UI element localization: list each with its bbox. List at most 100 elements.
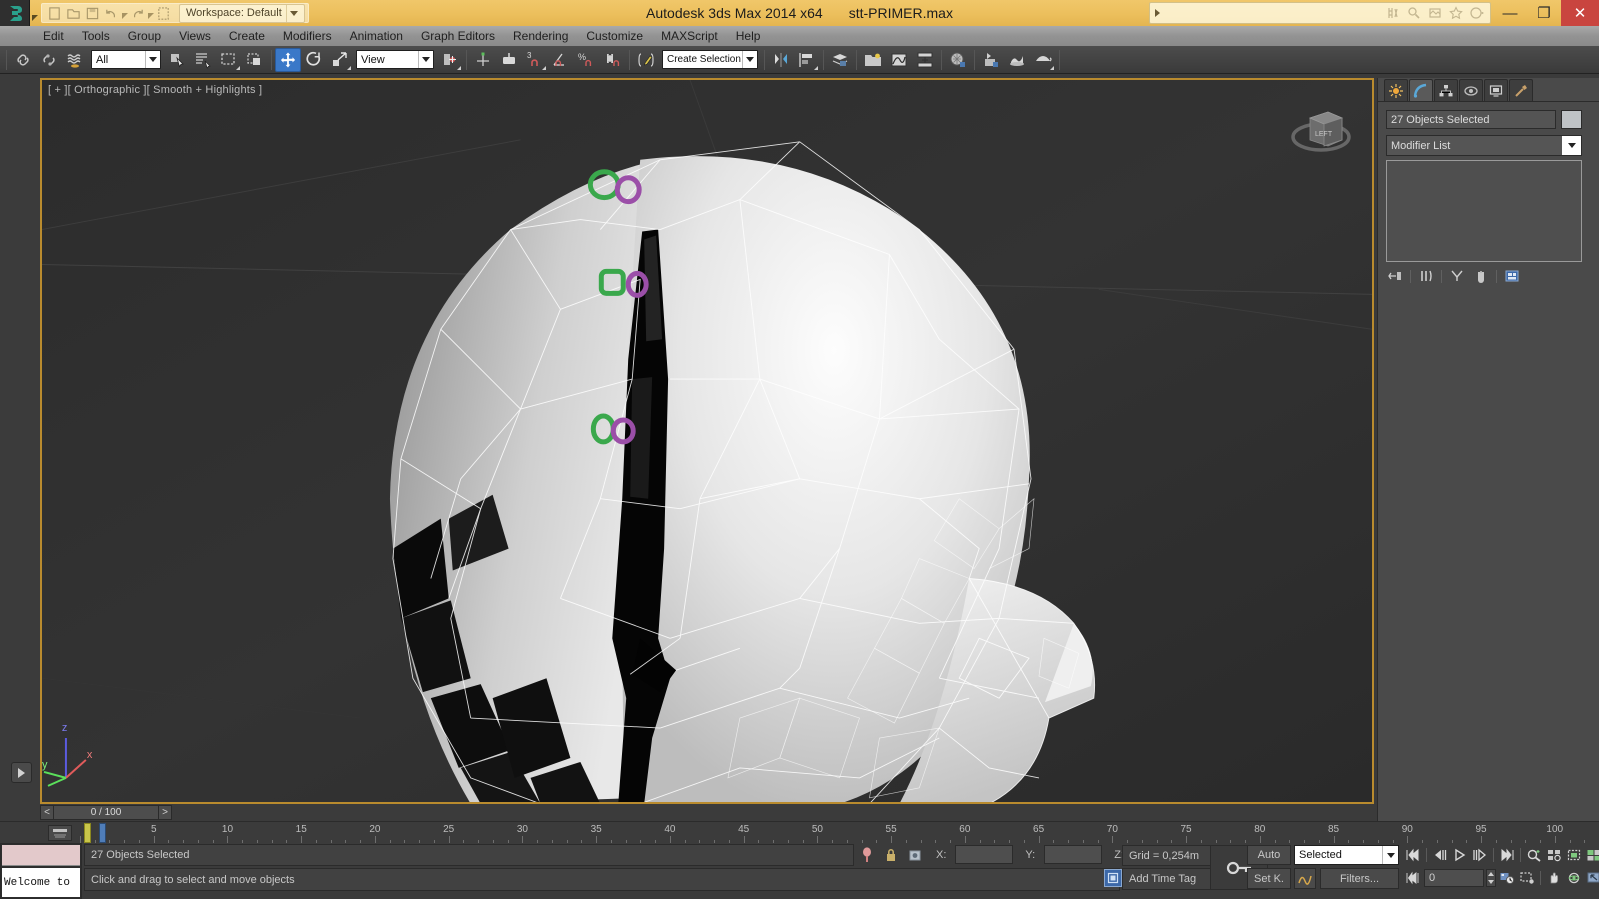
- angle-snap-toggle-icon[interactable]: [548, 48, 574, 72]
- minimize-button[interactable]: —: [1493, 0, 1527, 26]
- maxscript-mini-listener[interactable]: Welcome to: [0, 843, 82, 899]
- coord-y-field[interactable]: [1044, 845, 1103, 864]
- application-menu-button[interactable]: [0, 0, 30, 26]
- key-filter-selector[interactable]: Selected: [1294, 845, 1399, 865]
- current-frame-spinner[interactable]: [1486, 869, 1496, 887]
- workspace-selector[interactable]: Workspace: Default: [179, 3, 305, 23]
- menu-group[interactable]: Group: [119, 26, 170, 46]
- hierarchy-tab[interactable]: [1434, 79, 1458, 101]
- percent-snap-toggle-icon[interactable]: %: [574, 48, 600, 72]
- menu-rendering[interactable]: Rendering: [504, 26, 577, 46]
- search-bar[interactable]: [1149, 2, 1491, 24]
- configure-modifier-sets-icon[interactable]: [1503, 268, 1521, 284]
- goto-start-icon[interactable]: [1404, 846, 1422, 864]
- viewport-3d-scene[interactable]: z x y: [42, 80, 1372, 804]
- menu-views[interactable]: Views: [170, 26, 220, 46]
- key-mode-toggle-icon[interactable]: [1404, 869, 1422, 887]
- lock-selection-icon[interactable]: [882, 846, 900, 864]
- selection-filter-chevron-down-icon[interactable]: [145, 51, 160, 68]
- auto-key-button[interactable]: Auto: [1247, 845, 1291, 865]
- mirror-icon[interactable]: [768, 48, 794, 72]
- utilities-tab[interactable]: [1509, 79, 1533, 101]
- modify-tab[interactable]: [1409, 79, 1433, 101]
- render-frame-window-icon[interactable]: [1405, 4, 1423, 22]
- time-marker-secondary[interactable]: [99, 823, 106, 843]
- make-unique-icon[interactable]: [1448, 268, 1466, 284]
- snaps-toggle-3-icon[interactable]: 3: [522, 48, 548, 72]
- zoom-icon[interactable]: [1525, 846, 1543, 864]
- zoom-extents-all-icon[interactable]: [1585, 846, 1599, 864]
- scene-explorer-icon[interactable]: [860, 48, 886, 72]
- render-setup-toolbar-icon[interactable]: [978, 48, 1004, 72]
- menu-maxscript[interactable]: MAXScript: [652, 26, 727, 46]
- timeline-ruler[interactable]: 5 10 15 20 25 30 35 40 45 50 55 60 65 70 75 80 85 90 95 100: [80, 822, 1599, 844]
- previous-frame-icon[interactable]: [1431, 846, 1449, 864]
- modifier-list-dropdown[interactable]: Modifier List: [1386, 135, 1582, 156]
- set-key-button[interactable]: Set K.: [1247, 868, 1291, 889]
- key-filter-chevron-down-icon[interactable]: [1382, 846, 1398, 864]
- render-production-toolbar-icon[interactable]: [1030, 48, 1056, 72]
- absolute-relative-mode-icon[interactable]: [906, 846, 924, 864]
- select-and-move-button[interactable]: [275, 47, 301, 72]
- restore-button[interactable]: ❐: [1527, 0, 1561, 26]
- viewport[interactable]: z x y [ + ][ Orthographic ][ Smooth + Hi…: [40, 78, 1374, 804]
- set-project-folder-icon[interactable]: [155, 5, 172, 22]
- save-file-icon[interactable]: [84, 5, 101, 22]
- curve-editor-icon[interactable]: [886, 48, 912, 72]
- display-tab[interactable]: [1484, 79, 1508, 101]
- menu-customize[interactable]: Customize: [577, 26, 652, 46]
- material-editor-icon[interactable]: [945, 48, 971, 72]
- viewport-label[interactable]: [ + ][ Orthographic ][ Smooth + Highligh…: [48, 84, 262, 96]
- maxscript-output-line[interactable]: Welcome to: [2, 868, 80, 897]
- parameter-curve-editor-button[interactable]: [1294, 868, 1316, 889]
- favorites-star-icon[interactable]: [1447, 4, 1465, 22]
- menu-tools[interactable]: Tools: [73, 26, 119, 46]
- motion-tab[interactable]: [1459, 79, 1483, 101]
- menu-graph-editors[interactable]: Graph Editors: [412, 26, 504, 46]
- menu-modifiers[interactable]: Modifiers: [274, 26, 341, 46]
- application-menu-caret-icon[interactable]: [30, 0, 39, 26]
- render-production-icon[interactable]: [1426, 4, 1444, 22]
- named-selection-sets-combo[interactable]: Create Selection Se: [662, 50, 758, 69]
- time-playhead[interactable]: [84, 823, 91, 843]
- menu-create[interactable]: Create: [220, 26, 274, 46]
- open-mini-curve-editor-icon[interactable]: [48, 825, 72, 841]
- time-slider-prev-button[interactable]: <: [40, 805, 54, 820]
- remove-modifier-icon[interactable]: [1472, 268, 1490, 284]
- time-slider-next-button[interactable]: >: [158, 805, 172, 820]
- layer-manager-icon[interactable]: [827, 48, 853, 72]
- select-and-rotate-icon[interactable]: [301, 48, 327, 72]
- new-file-icon[interactable]: [46, 5, 63, 22]
- redo-icon[interactable]: [129, 5, 146, 22]
- time-tag-icon[interactable]: [1104, 869, 1122, 887]
- zoom-region-icon[interactable]: [1518, 869, 1536, 887]
- expand-viewport-button[interactable]: [11, 762, 32, 783]
- workspace-chevron-down-icon[interactable]: [285, 4, 302, 22]
- orbit-icon[interactable]: [1565, 869, 1583, 887]
- show-end-result-icon[interactable]: [1417, 268, 1435, 284]
- help-circle-icon[interactable]: [1468, 4, 1486, 22]
- next-frame-icon[interactable]: [1471, 846, 1489, 864]
- menu-edit[interactable]: Edit: [34, 26, 73, 46]
- unlink-selection-icon[interactable]: [36, 48, 62, 72]
- modifier-list-chevron-down-icon[interactable]: [1562, 136, 1581, 155]
- track-bar[interactable]: 5 10 15 20 25 30 35 40 45 50 55 60 65 70 75 80 85 90 95 100: [0, 821, 1599, 844]
- key-filters-button[interactable]: Filters...: [1320, 868, 1399, 889]
- search-expand-icon[interactable]: [1150, 2, 1164, 24]
- render-setup-icon[interactable]: [1384, 4, 1402, 22]
- use-pivot-point-center-icon[interactable]: [437, 48, 463, 72]
- undo-icon[interactable]: [103, 5, 120, 22]
- object-name-field[interactable]: 27 Objects Selected: [1386, 110, 1556, 129]
- select-by-name-icon[interactable]: [190, 48, 216, 72]
- coord-x-field[interactable]: [955, 845, 1014, 864]
- close-button[interactable]: ✕: [1561, 0, 1599, 26]
- reference-coordinate-system-combo[interactable]: View: [356, 50, 434, 69]
- snaps-toggle-icon[interactable]: [496, 48, 522, 72]
- open-file-icon[interactable]: [65, 5, 82, 22]
- pan-view-icon[interactable]: [1545, 869, 1563, 887]
- zoom-all-icon[interactable]: [1545, 846, 1563, 864]
- play-animation-icon[interactable]: [1451, 846, 1469, 864]
- time-slider-handle[interactable]: 0 / 100: [54, 805, 158, 820]
- bind-to-space-warp-icon[interactable]: [62, 48, 88, 72]
- align-icon[interactable]: [794, 48, 820, 72]
